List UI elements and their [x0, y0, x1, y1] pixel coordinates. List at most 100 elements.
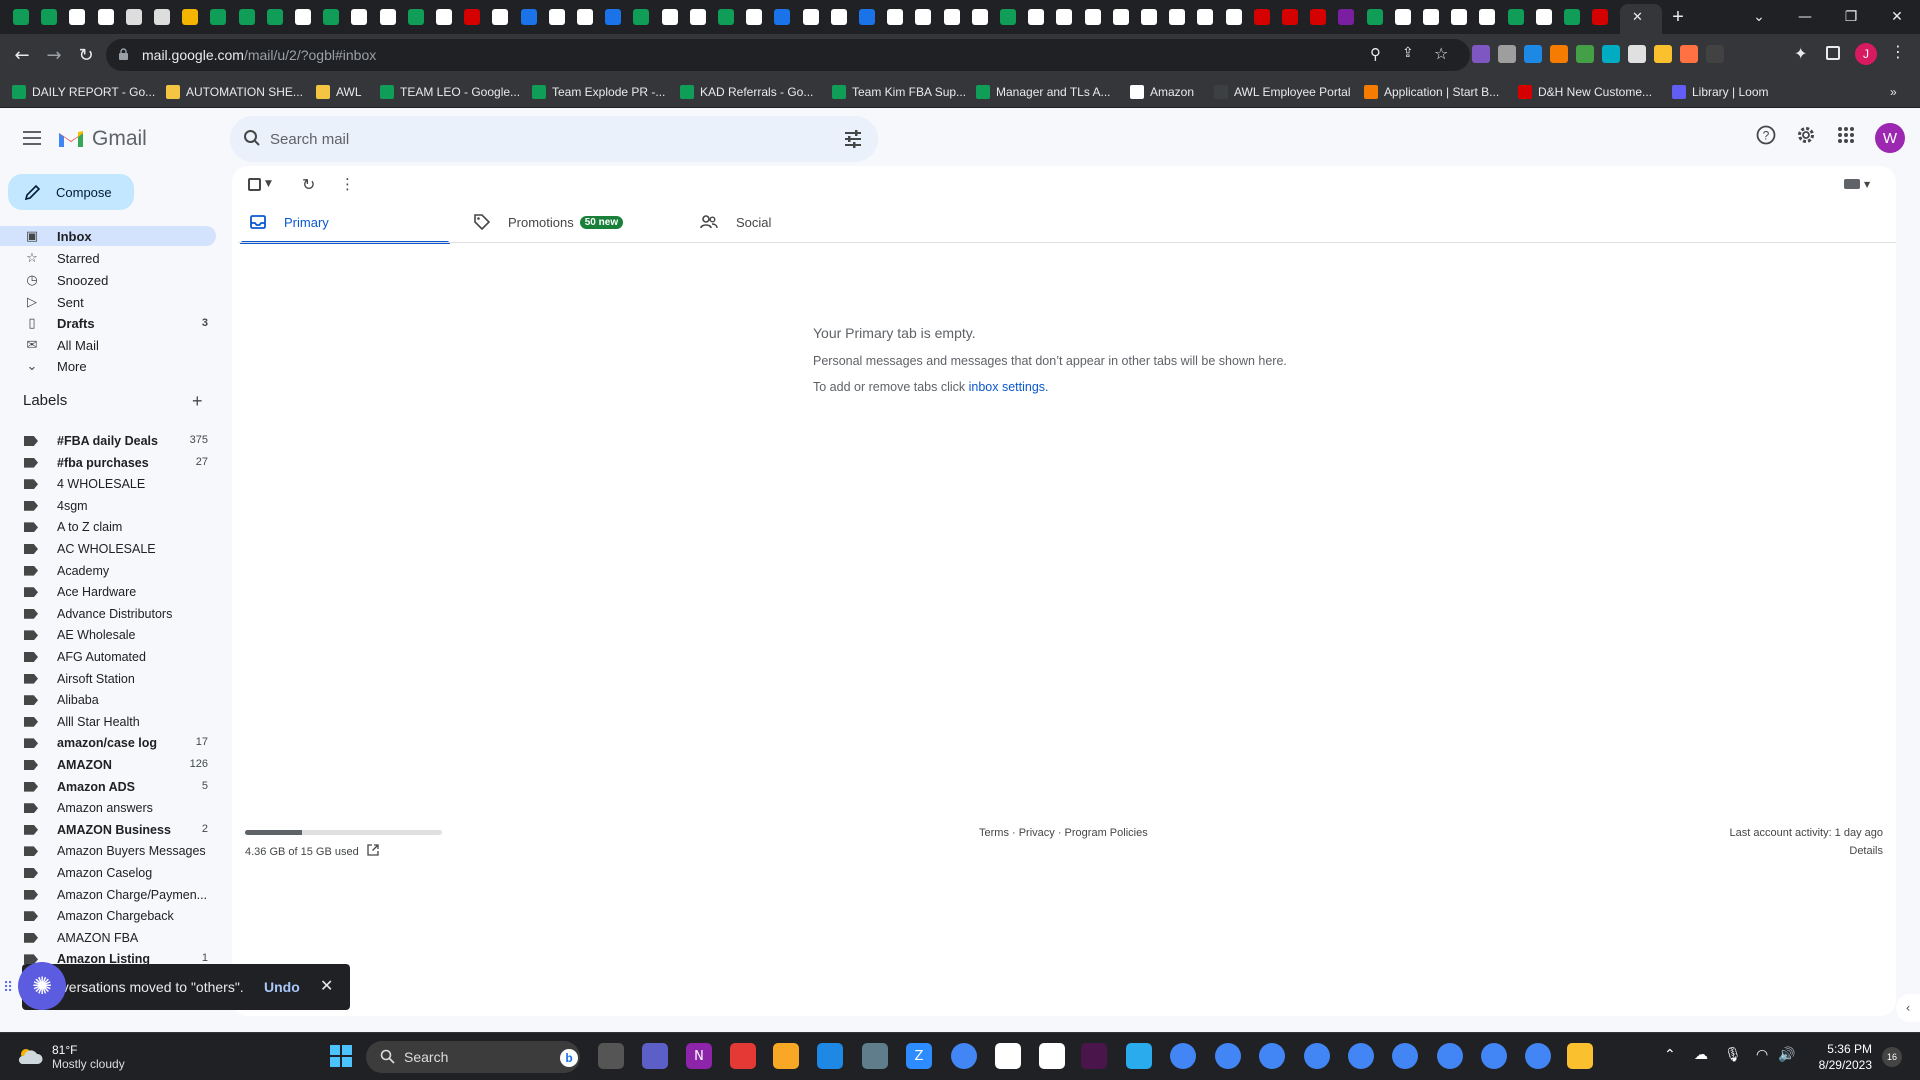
main-menu-icon[interactable] — [16, 122, 48, 154]
new-tab-button[interactable]: + — [1664, 4, 1692, 30]
bookmark-item[interactable]: D&H New Custome... — [1518, 84, 1652, 100]
extension-1-icon[interactable] — [1472, 45, 1490, 63]
label-item[interactable]: Alibaba — [0, 690, 216, 710]
stock-app-icon[interactable] — [1039, 1043, 1065, 1069]
forward-button[interactable]: → — [40, 41, 68, 69]
assistant-bubble-icon[interactable]: ✺ — [18, 962, 66, 1010]
pinned-tab-39[interactable] — [1082, 6, 1104, 28]
refresh-icon[interactable]: ↻ — [302, 174, 315, 194]
share-icon[interactable]: ⇪ — [1402, 45, 1414, 61]
chrome-icon[interactable] — [951, 1043, 977, 1069]
notification-badge[interactable]: 16 — [1882, 1047, 1902, 1067]
calculator-icon[interactable] — [862, 1043, 888, 1069]
chrome-profile-3-icon[interactable] — [1259, 1043, 1285, 1069]
activity-details-link[interactable]: Details — [1849, 845, 1883, 857]
bookmark-item[interactable]: Amazon — [1130, 84, 1194, 100]
pinned-tab-48[interactable] — [1335, 6, 1357, 28]
sidebar-item-all-mail[interactable]: ✉ All Mail — [0, 335, 216, 355]
tab-social[interactable]: Social — [700, 202, 910, 242]
pinned-tab-29[interactable] — [800, 6, 822, 28]
chrome-profile-4-icon[interactable] — [1304, 1043, 1330, 1069]
label-item[interactable]: Amazon Buyers Messages — [0, 841, 216, 861]
settings-gear-icon[interactable] — [1794, 123, 1818, 147]
windows-start-icon[interactable] — [328, 1043, 354, 1069]
pinned-tab-33[interactable] — [912, 6, 934, 28]
extension-6-icon[interactable] — [1602, 45, 1620, 63]
gmail-logo[interactable]: Gmail — [58, 126, 147, 152]
pinned-tab-49[interactable] — [1364, 6, 1386, 28]
tab-search-icon[interactable]: ⌄ — [1736, 0, 1782, 34]
pinned-tab-25[interactable] — [687, 6, 709, 28]
pinned-tab-1[interactable] — [10, 6, 32, 28]
bookmark-item[interactable]: AUTOMATION SHE... — [166, 84, 303, 100]
address-bar[interactable]: mail.google.com/mail/u/2/?ogbl#inbox ⚲ ⇪… — [106, 39, 1470, 71]
pinned-tab-5[interactable] — [123, 6, 145, 28]
storage-usage[interactable]: 4.36 GB of 15 GB used — [245, 844, 379, 859]
label-item[interactable]: A to Z claim — [0, 517, 216, 537]
pinned-tab-36[interactable] — [997, 6, 1019, 28]
search-mail-box[interactable]: Search mail — [230, 116, 878, 162]
label-item[interactable]: 4sgm — [0, 496, 216, 516]
bookmark-item[interactable]: TEAM LEO - Google... — [380, 84, 520, 100]
pinned-tab-52[interactable] — [1448, 6, 1470, 28]
chart-app-icon[interactable] — [995, 1043, 1021, 1069]
pinned-tab-8[interactable] — [207, 6, 229, 28]
account-avatar[interactable]: W — [1875, 123, 1905, 153]
pinned-tab-2[interactable] — [38, 6, 60, 28]
teams-icon[interactable] — [642, 1043, 668, 1069]
active-tab[interactable]: ✕ — [1620, 4, 1662, 34]
pinned-tab-37[interactable] — [1025, 6, 1047, 28]
bookmark-item[interactable]: DAILY REPORT - Go... — [12, 84, 155, 100]
extension-3-icon[interactable] — [1524, 45, 1542, 63]
bookmark-item[interactable]: Team Explode PR -... — [532, 84, 665, 100]
tab-primary[interactable]: Primary — [240, 202, 450, 244]
label-item[interactable]: Academy — [0, 561, 216, 581]
pinned-tab-38[interactable] — [1053, 6, 1075, 28]
pinned-tab-46[interactable] — [1279, 6, 1301, 28]
pinned-tab-47[interactable] — [1307, 6, 1329, 28]
bing-icon[interactable]: b — [560, 1049, 578, 1067]
bookmark-item[interactable]: AWL Employee Portal — [1214, 84, 1351, 100]
slack-icon[interactable] — [1081, 1043, 1107, 1069]
close-tab-icon[interactable]: ✕ — [1632, 10, 1643, 25]
extension-7-icon[interactable] — [1628, 45, 1646, 63]
label-item[interactable]: Amazon Chargeback — [0, 906, 216, 926]
pinned-tab-19[interactable] — [518, 6, 540, 28]
label-item[interactable]: amazon/case log 17 — [0, 733, 216, 753]
extensions-puzzle-icon[interactable]: ✦ — [1794, 44, 1807, 63]
chrome-profile-5-icon[interactable] — [1348, 1043, 1374, 1069]
pinned-tab-51[interactable] — [1420, 6, 1442, 28]
chrome-profile-2-icon[interactable] — [1215, 1043, 1241, 1069]
file-explorer-icon[interactable] — [773, 1043, 799, 1069]
extension-5-icon[interactable] — [1576, 45, 1594, 63]
pinned-tab-31[interactable] — [856, 6, 878, 28]
taskbar-search[interactable]: Search b — [366, 1041, 580, 1073]
pinned-tab-20[interactable] — [546, 6, 568, 28]
pinned-tab-10[interactable] — [264, 6, 286, 28]
system-clock[interactable]: 5:36 PM 8/29/2023 — [1792, 1041, 1872, 1073]
wifi-icon[interactable]: ◠ — [1756, 1047, 1768, 1063]
bookmark-item[interactable]: Team Kim FBA Sup... — [832, 84, 966, 100]
sidebar-item-snoozed[interactable]: ◷ Snoozed — [0, 270, 216, 290]
pinned-tab-44[interactable] — [1223, 6, 1245, 28]
pinned-tab-30[interactable] — [828, 6, 850, 28]
pinned-tab-50[interactable] — [1392, 6, 1414, 28]
side-panel-toggle-icon[interactable]: ‹ — [1896, 994, 1920, 1022]
label-item[interactable]: AFG Automated — [0, 647, 216, 667]
create-label-icon[interactable]: + — [192, 391, 203, 412]
pinned-tab-45[interactable] — [1251, 6, 1273, 28]
bookmark-item[interactable]: AWL — [316, 84, 362, 100]
extension-10-icon[interactable] — [1706, 45, 1724, 63]
extension-9-icon[interactable] — [1680, 45, 1698, 63]
sidebar-item-starred[interactable]: ☆ Starred — [0, 248, 216, 268]
extension-8-icon[interactable] — [1654, 45, 1672, 63]
pinned-tab-53[interactable] — [1476, 6, 1498, 28]
pinned-tab-11[interactable] — [292, 6, 314, 28]
label-item[interactable]: AMAZON FBA — [0, 928, 216, 948]
pinned-tab-13[interactable] — [348, 6, 370, 28]
label-item[interactable]: AE Wholesale — [0, 625, 216, 645]
pinned-tab-22[interactable] — [602, 6, 624, 28]
chrome-profile-7-icon[interactable] — [1437, 1043, 1463, 1069]
more-options-icon[interactable]: ⋮ — [340, 174, 355, 194]
chrome-profile-1-icon[interactable] — [1170, 1043, 1196, 1069]
